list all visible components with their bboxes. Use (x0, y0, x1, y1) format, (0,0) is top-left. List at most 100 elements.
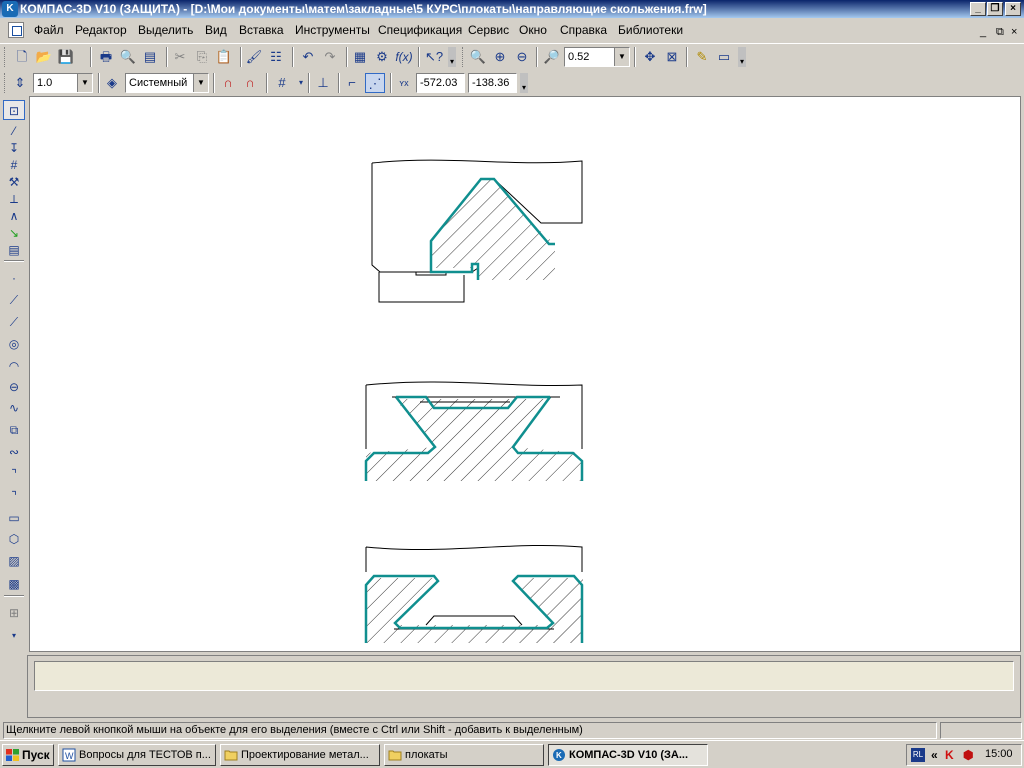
toolbar-grip[interactable] (462, 47, 465, 67)
layers-icon[interactable]: ▭ (714, 47, 734, 67)
menu-select[interactable]: Выделить (138, 23, 193, 37)
antivirus-icon[interactable]: K (945, 748, 954, 762)
zoom-out-icon[interactable]: ⊖ (512, 47, 532, 67)
zoom-in-icon[interactable]: ⊕ (490, 47, 510, 67)
layer-icon[interactable]: ◈ (102, 73, 122, 93)
toolbar-grip[interactable] (4, 47, 7, 67)
print-preview-icon[interactable]: 🔍 (118, 47, 138, 67)
fill-icon[interactable]: ▩ (3, 574, 25, 594)
zoom-combo[interactable]: 0.52 ▼ (564, 47, 630, 67)
associative-views-icon[interactable]: ▤ (3, 240, 25, 260)
menu-window[interactable]: Окно (519, 23, 547, 37)
grid-icon[interactable]: # (272, 73, 292, 93)
title-bar[interactable]: K КОМПАС-3D V10 (ЗАЩИТА) - [D:\Мои докум… (0, 0, 1024, 18)
refresh-icon[interactable]: ✎ (692, 47, 712, 67)
format-brush-icon[interactable]: 🖌 (244, 47, 264, 67)
segment-icon[interactable]: ⟋ (3, 312, 25, 332)
redo-icon[interactable]: ↷ (320, 47, 340, 67)
variables-icon[interactable]: ⚙ (372, 47, 392, 67)
pan-icon[interactable]: ✥ (640, 47, 660, 67)
macro-icon[interactable]: ⊞ (3, 603, 25, 623)
print-icon[interactable]: 🖶 (96, 47, 116, 67)
toolbar-overflow-button[interactable]: ▾ (738, 47, 746, 67)
fit-all-icon[interactable]: ⊠ (662, 47, 682, 67)
chamfer-icon[interactable]: ⌝ (3, 464, 25, 484)
toolbar-grip[interactable] (4, 73, 7, 93)
round-icon[interactable]: ⋰ (365, 73, 385, 93)
spline-icon[interactable]: ∿ (3, 398, 25, 418)
open-folder-icon[interactable]: 📂 (34, 47, 54, 67)
local-cs-icon[interactable]: ⊥ (313, 73, 333, 93)
export-icon[interactable]: ▤ (140, 47, 160, 67)
layer-style-combo[interactable]: Системный ▼ (125, 73, 209, 93)
menu-file[interactable]: Файл (34, 23, 64, 37)
ortho-icon[interactable]: ⌐ (342, 73, 362, 93)
document-menu-icon[interactable] (8, 22, 24, 38)
start-button[interactable]: Пуск (2, 744, 54, 766)
zoom-scale-icon[interactable]: 🔎 (542, 47, 562, 67)
chevron-left-icon[interactable]: « (931, 748, 938, 762)
circle-icon[interactable]: ◎ (3, 334, 25, 354)
snap-local-icon[interactable]: ∩ (240, 73, 260, 93)
task-button[interactable]: плокаты (384, 744, 544, 766)
menu-tools[interactable]: Инструменты (295, 23, 370, 37)
menu-help[interactable]: Справка (560, 23, 607, 37)
manager-icon[interactable]: ▦ (350, 47, 370, 67)
rectangle-icon[interactable]: ▭ (3, 508, 25, 528)
task-button[interactable]: W Вопросы для ТЕСТОВ п... (58, 744, 216, 766)
step-icon[interactable]: ⇕ (10, 73, 30, 93)
task-label: плокаты (405, 749, 448, 761)
menu-view[interactable]: Вид (205, 23, 227, 37)
snap-magnet-icon[interactable]: ∩ (218, 73, 238, 93)
cut-icon[interactable]: ✂ (170, 47, 190, 67)
chevron-down-icon[interactable]: ▼ (77, 74, 92, 92)
minimize-button[interactable]: _ (970, 2, 986, 16)
step-combo[interactable]: 1.0 ▼ (33, 73, 93, 93)
point-icon[interactable]: · (3, 268, 25, 288)
polyline-icon[interactable]: ⧉ (3, 420, 25, 440)
task-button-active[interactable]: K КОМПАС-3D V10 (ЗА... (548, 744, 708, 766)
menu-insert[interactable]: Вставка (239, 23, 284, 37)
menu-libraries[interactable]: Библиотеки (618, 23, 683, 37)
palette-scroll-down[interactable]: ▾ (3, 626, 25, 646)
drawing-canvas[interactable] (29, 96, 1021, 652)
fx-icon[interactable]: f(x) (394, 47, 414, 67)
close-button[interactable]: × (1005, 2, 1021, 16)
zoom-in-window-icon[interactable]: 🔍 (468, 47, 488, 67)
ellipse-icon[interactable]: ⊖ (3, 377, 25, 397)
save-icon[interactable]: 💾 (56, 47, 76, 67)
toolbar-overflow-button[interactable]: ▾ (520, 73, 528, 93)
properties-icon[interactable]: ☷ (266, 47, 286, 67)
toolbar-overflow-button[interactable]: ▾ (448, 47, 456, 67)
mdi-restore-button[interactable]: ⧉ (996, 26, 1004, 39)
y-coordinate-field[interactable]: -138.36 (468, 73, 517, 93)
guide-view-2[interactable] (364, 381, 584, 481)
bezier-icon[interactable]: ∾ (3, 442, 25, 462)
hatch-icon[interactable]: ▨ (3, 551, 25, 571)
mdi-minimize-button[interactable]: _ (980, 26, 986, 38)
menu-specification[interactable]: Спецификация (378, 23, 462, 37)
security-icon[interactable]: ⬢ (963, 748, 973, 762)
paste-icon[interactable]: 📋 (214, 47, 234, 67)
language-indicator[interactable]: RL (911, 748, 925, 762)
hatch-region (366, 399, 583, 481)
line-icon[interactable]: ⟋ (3, 290, 25, 310)
restore-button[interactable]: ❐ (987, 2, 1003, 16)
menu-service[interactable]: Сервис (468, 23, 509, 37)
mdi-close-button[interactable]: × (1011, 26, 1017, 38)
chevron-down-icon[interactable]: ▼ (614, 48, 629, 66)
fillet-icon[interactable]: ⌝ (3, 486, 25, 506)
menu-editor[interactable]: Редактор (75, 23, 127, 37)
guide-view-1[interactable] (371, 159, 583, 303)
select-icon[interactable]: ⊡ (3, 100, 25, 120)
new-document-icon[interactable]: 🗋 (12, 47, 32, 67)
undo-icon[interactable]: ↶ (298, 47, 318, 67)
polygon-icon[interactable]: ⬡ (3, 529, 25, 549)
help-icon[interactable]: ↖? (424, 47, 444, 67)
copy-icon[interactable]: ⎘ (192, 47, 212, 67)
chevron-down-icon[interactable]: ▼ (193, 74, 208, 92)
guide-view-3[interactable] (364, 544, 584, 643)
arc-icon[interactable]: ◠ (3, 356, 25, 376)
x-coordinate-field[interactable]: -572.03 (416, 73, 465, 93)
task-button[interactable]: Проектирование метал... (220, 744, 380, 766)
